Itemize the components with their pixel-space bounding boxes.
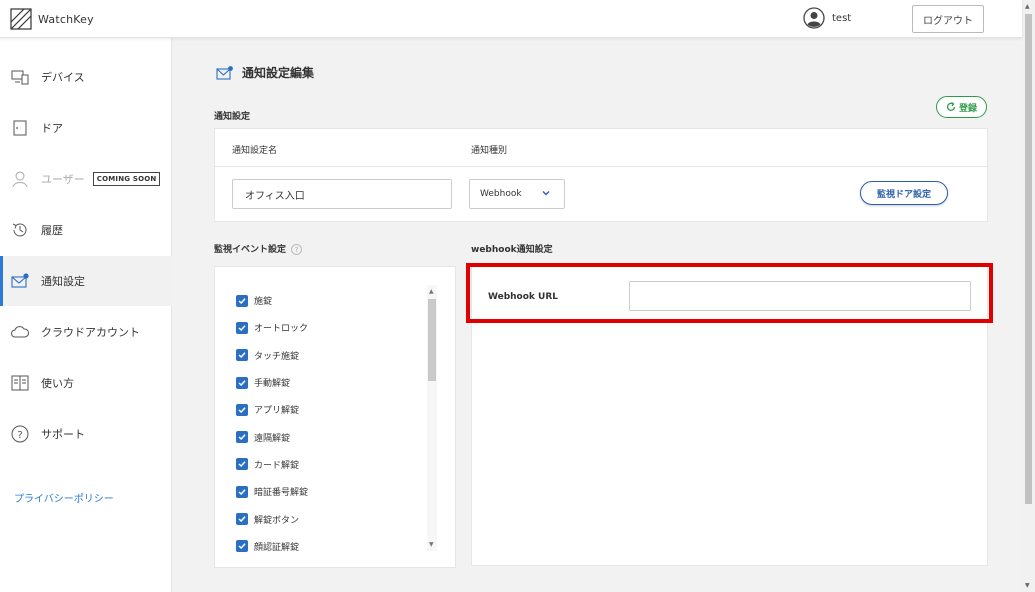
event-item[interactable]: 解錠ボタン — [236, 505, 308, 532]
column-name-label: 通知設定名 — [232, 146, 278, 156]
page-scroll-thumb[interactable] — [1025, 14, 1032, 504]
sidebar-item-notification[interactable]: 通知設定 — [0, 256, 172, 306]
checkbox-checked-icon[interactable] — [236, 349, 248, 362]
type-select-value: Webhook — [480, 189, 522, 199]
event-list: 施錠 オートロック タッチ施錠 手動解錠 アプリ解錠 遠隔解錠 カード解錠 暗証… — [236, 287, 308, 560]
user-menu[interactable]: test — [803, 7, 851, 29]
user-icon — [11, 170, 29, 188]
event-list-card: 施錠 オートロック タッチ施錠 手動解錠 アプリ解錠 遠隔解錠 カード解錠 暗証… — [214, 266, 456, 568]
event-label: オートロック — [254, 324, 309, 335]
notification-name-input[interactable] — [232, 179, 452, 209]
watchkey-logo-icon — [10, 8, 32, 30]
event-section-label: 監視イベント設定? — [214, 242, 303, 255]
event-label: 解錠ボタン — [254, 515, 300, 526]
event-item[interactable]: アプリ解錠 — [236, 396, 308, 423]
column-type-label: 通知種別 — [471, 146, 508, 156]
notification-type-select[interactable]: Webhook — [469, 179, 565, 209]
sidebar-item-label: サポート — [41, 428, 85, 441]
save-button-label: 登録 — [958, 102, 977, 113]
sidebar-item-usage[interactable]: 使い方 — [0, 358, 172, 408]
monitored-door-settings-button[interactable]: 監視ドア設定 — [860, 181, 948, 205]
mail-icon — [11, 272, 29, 290]
sidebar-item-label: 通知設定 — [41, 275, 85, 288]
event-item[interactable]: 暗証番号解錠 — [236, 478, 308, 505]
sidebar-item-user: ユーザー COMING SOON — [0, 154, 172, 204]
event-item[interactable]: 遠隔解錠 — [236, 423, 308, 450]
notification-card: 通知設定名 通知種別 Webhook 監視ドア設定 — [214, 128, 988, 222]
cloud-icon — [11, 323, 29, 341]
sidebar-item-label: ドア — [41, 122, 63, 135]
sidebar-item-label: 履歴 — [41, 224, 63, 237]
scroll-up-icon[interactable]: ▲ — [1025, 3, 1030, 10]
main-content: 通知設定編集 通知設定 登録 通知設定名 通知種別 Webhook 監視ドア設定… — [173, 38, 1022, 592]
refresh-icon — [946, 102, 956, 111]
sidebar-item-cloud-account[interactable]: クラウドアカウント — [0, 307, 172, 357]
event-item[interactable]: オートロック — [236, 314, 308, 341]
event-label: アプリ解錠 — [254, 406, 300, 417]
checkbox-checked-icon[interactable] — [236, 321, 248, 334]
checkbox-checked-icon[interactable] — [236, 540, 248, 553]
event-item[interactable]: 手動解錠 — [236, 369, 308, 396]
help-circle-icon: ? — [11, 425, 29, 443]
event-label: カード解錠 — [254, 460, 300, 471]
event-section-title: 監視イベント設定 — [214, 245, 287, 255]
door-icon — [11, 119, 29, 137]
webhook-section-label: webhook通知設定 — [471, 245, 553, 255]
checkbox-checked-icon[interactable] — [236, 431, 248, 444]
page-title: 通知設定編集 — [216, 64, 314, 81]
checkbox-checked-icon[interactable] — [236, 513, 248, 526]
svg-text:?: ? — [17, 430, 22, 441]
sidebar-item-label: ユーザー — [41, 173, 85, 186]
scroll-thumb[interactable] — [428, 299, 436, 381]
help-icon[interactable]: ? — [291, 244, 303, 255]
event-item[interactable]: カード解錠 — [236, 451, 308, 478]
avatar-icon — [803, 7, 825, 29]
app-name: WatchKey — [38, 12, 94, 26]
privacy-policy-link[interactable]: プライバシーポリシー — [14, 490, 114, 505]
sidebar-item-door[interactable]: ドア — [0, 103, 172, 153]
notification-section-label: 通知設定 — [214, 112, 251, 122]
event-label: 暗証番号解錠 — [254, 488, 309, 499]
event-item[interactable]: 顔認証解錠 — [236, 533, 308, 560]
event-item[interactable]: 施錠 — [236, 287, 308, 314]
checkbox-checked-icon[interactable] — [236, 294, 248, 307]
sidebar-item-label: デバイス — [41, 71, 85, 84]
checkbox-checked-icon[interactable] — [236, 485, 248, 498]
username: test — [832, 12, 852, 24]
scroll-up-icon[interactable]: ▲ — [429, 288, 434, 295]
top-bar: WatchKey test ログアウト — [0, 0, 1022, 38]
history-icon — [11, 221, 29, 239]
event-label: 遠隔解錠 — [254, 433, 291, 444]
sidebar-item-history[interactable]: 履歴 — [0, 205, 172, 255]
logo[interactable]: WatchKey — [10, 8, 94, 30]
scroll-down-icon[interactable]: ▼ — [1025, 582, 1030, 589]
highlight-box — [466, 263, 993, 323]
checkbox-checked-icon[interactable] — [236, 458, 248, 471]
event-label: 施錠 — [254, 297, 273, 308]
event-list-scrollbar[interactable]: ▲ ▼ — [427, 285, 437, 551]
event-label: 顔認証解錠 — [254, 542, 300, 553]
save-button[interactable]: 登録 — [936, 96, 987, 118]
device-icon — [11, 68, 29, 86]
mail-icon — [216, 65, 233, 80]
book-icon — [11, 374, 29, 392]
sidebar-item-support[interactable]: ? サポート — [0, 409, 172, 459]
sidebar-item-label: クラウドアカウント — [41, 326, 140, 339]
sidebar-item-label: 使い方 — [41, 377, 74, 390]
logout-button[interactable]: ログアウト — [912, 5, 984, 33]
checkbox-checked-icon[interactable] — [236, 376, 248, 389]
event-label: 手動解錠 — [254, 379, 291, 390]
event-item[interactable]: タッチ施錠 — [236, 342, 308, 369]
page-title-text: 通知設定編集 — [242, 66, 315, 80]
sidebar: デバイス ドア ユーザー COMING SOON 履歴 通知設定 クラウドアカウ… — [0, 38, 172, 592]
checkbox-checked-icon[interactable] — [236, 403, 248, 416]
coming-soon-badge: COMING SOON — [92, 172, 161, 186]
card-header: 通知設定名 通知種別 — [215, 129, 987, 167]
chevron-down-icon — [542, 191, 550, 196]
sidebar-item-device[interactable]: デバイス — [0, 52, 172, 102]
page-scrollbar[interactable]: ▲ ▼ — [1022, 0, 1035, 592]
scroll-down-icon[interactable]: ▼ — [429, 541, 434, 548]
event-label: タッチ施錠 — [254, 351, 300, 362]
